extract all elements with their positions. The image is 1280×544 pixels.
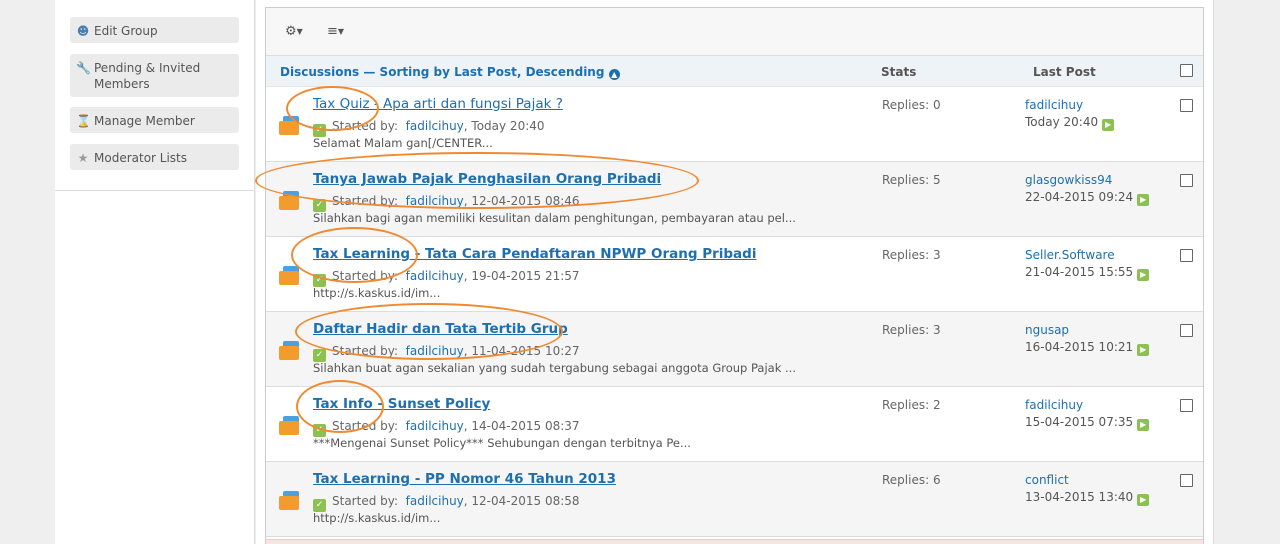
reply-count: Replies: 5 xyxy=(882,173,941,187)
sidebar-item-pending-invited[interactable]: 🔧 Pending & Invited Members xyxy=(70,54,239,97)
last-post-user-link[interactable]: conflict xyxy=(1025,473,1069,487)
last-post-date: 13-04-2015 13:40 ▶ xyxy=(1025,490,1150,506)
last-post-user-link[interactable]: glasgowkiss94 xyxy=(1025,173,1112,187)
thread-select-checkbox[interactable] xyxy=(1180,249,1193,262)
annotation-ellipse xyxy=(286,86,379,131)
sort-discussions-header[interactable]: Discussions — Sorting by Last Post, Desc… xyxy=(280,65,620,80)
sidebar-item-label: Manage Member xyxy=(94,114,195,128)
author-link[interactable]: fadilcihuy xyxy=(406,494,464,508)
thread-date: , Today 20:40 xyxy=(463,119,545,133)
go-to-last-post-icon[interactable]: ▶ xyxy=(1137,344,1150,356)
gear-icon: ⚙ xyxy=(285,24,297,39)
go-to-last-post-icon[interactable]: ▶ xyxy=(1137,194,1150,206)
last-post-date: 22-04-2015 09:24 ▶ xyxy=(1025,190,1150,206)
thread-snippet: Silahkan buat agan sekalian yang sudah t… xyxy=(313,361,796,375)
thread-select-checkbox[interactable] xyxy=(1180,174,1193,187)
thread-folder-icon xyxy=(279,341,301,360)
go-to-last-post-icon[interactable]: ▶ xyxy=(1137,494,1150,506)
annotation-ellipse xyxy=(296,380,384,433)
sidebar-item-label: Edit Group xyxy=(94,24,158,38)
thread-folder-icon xyxy=(279,416,301,435)
sidebar-item-manage-member[interactable]: ⌛ Manage Member xyxy=(70,107,239,133)
author-link[interactable]: fadilcihuy xyxy=(406,269,464,283)
last-post-date: 16-04-2015 10:21 ▶ xyxy=(1025,340,1150,356)
thread-snippet: Selamat Malam gan[/CENTER... xyxy=(313,136,493,150)
sidebar-item-label: Pending & Invited Members xyxy=(94,61,201,91)
last-post-header: Last Post xyxy=(1033,65,1096,79)
annotation-ellipse xyxy=(255,152,699,209)
select-all-checkbox[interactable] xyxy=(1180,64,1193,77)
reply-count: Replies: 3 xyxy=(882,248,941,262)
annotation-ellipse xyxy=(295,303,563,360)
group-edit-icon: ☻ xyxy=(76,24,90,38)
thread-started-by: ✓ Started by: fadilcihuy, 12-04-2015 08:5… xyxy=(313,494,580,512)
thread-snippet: Silahkan bagi agan memiliki kesulitan da… xyxy=(313,211,796,225)
thread-date: , 14-04-2015 08:37 xyxy=(463,419,580,433)
settings-dropdown-button[interactable]: ⚙▼ xyxy=(285,24,303,39)
thread-select-checkbox[interactable] xyxy=(1180,324,1193,337)
discussion-table-header: Discussions — Sorting by Last Post, Desc… xyxy=(266,56,1203,87)
thread-date: , 19-04-2015 21:57 xyxy=(463,269,580,283)
wrench-icon: 🔧 xyxy=(76,61,91,75)
thread-row: Tax Info - Sunset Policy ✓ Started by: fad… xyxy=(266,387,1203,462)
reply-count: Replies: 2 xyxy=(882,398,941,412)
sort-ascending-icon: ▲ xyxy=(608,69,620,80)
discussion-panel: ⚙▼ ≡▼ Discussions — Sorting by Last Post… xyxy=(265,7,1204,544)
author-link[interactable]: fadilcihuy xyxy=(406,419,464,433)
reply-count: Replies: 0 xyxy=(882,98,941,112)
sidebar-item-moderator-lists[interactable]: ★ Moderator Lists xyxy=(70,144,239,170)
author-link[interactable]: fadilcihuy xyxy=(406,119,464,133)
thread-snippet: ***Mengenai Sunset Policy*** Sehubungan … xyxy=(313,436,691,450)
sidebar-item-label: Moderator Lists xyxy=(94,151,188,165)
thread-select-checkbox[interactable] xyxy=(1180,99,1193,112)
filter-dropdown-button[interactable]: ≡▼ xyxy=(327,24,344,39)
last-post-user-link[interactable]: Seller.Software xyxy=(1025,248,1115,262)
go-to-last-post-icon[interactable]: ▶ xyxy=(1137,419,1150,431)
hourglass-icon: ⌛ xyxy=(76,114,91,128)
stats-header: Stats xyxy=(881,65,917,79)
thread-row: Tax Learning - PP Nomor 46 Tahun 2013 ✓ St… xyxy=(266,462,1203,537)
thread-select-checkbox[interactable] xyxy=(1180,474,1193,487)
star-icon: ★ xyxy=(77,151,89,165)
last-post-user-link[interactable]: fadilcihuy xyxy=(1025,98,1083,112)
thread-snippet: http://s.kaskus.id/im... xyxy=(313,286,441,300)
reply-count: Replies: 6 xyxy=(882,473,941,487)
last-post-user-link[interactable]: fadilcihuy xyxy=(1025,398,1083,412)
thread-select-checkbox[interactable] xyxy=(1180,399,1193,412)
go-to-last-post-icon[interactable]: ▶ xyxy=(1137,269,1150,281)
group-sidebar: ☻ Edit Group 🔧 Pending & Invited Members… xyxy=(55,0,255,544)
thread-row: Tax Quiz - Apa arti dan fungsi Pajak ? ✓ S… xyxy=(266,87,1203,162)
thread-folder-icon xyxy=(279,266,301,285)
moderated-row-strip xyxy=(266,539,1203,544)
last-post-date: 21-04-2015 15:55 ▶ xyxy=(1025,265,1150,281)
sliders-icon: ≡ xyxy=(327,24,338,39)
sidebar-divider xyxy=(55,190,254,191)
last-post-date: Today 20:40 ▶ xyxy=(1025,115,1115,131)
thread-title-link[interactable]: Tax Learning - PP Nomor 46 Tahun 2013 xyxy=(313,471,616,487)
thread-date: , 12-04-2015 08:58 xyxy=(463,494,580,508)
toolbar: ⚙▼ ≡▼ xyxy=(266,8,1203,56)
last-post-date: 15-04-2015 07:35 ▶ xyxy=(1025,415,1150,431)
annotation-ellipse xyxy=(291,227,418,283)
reply-count: Replies: 3 xyxy=(882,323,941,337)
thread-snippet: http://s.kaskus.id/im... xyxy=(313,511,441,525)
thread-folder-icon xyxy=(279,491,301,510)
sidebar-item-edit-group[interactable]: ☻ Edit Group xyxy=(70,17,239,43)
go-to-last-post-icon[interactable]: ▶ xyxy=(1102,119,1115,131)
last-post-user-link[interactable]: ngusap xyxy=(1025,323,1069,337)
page: ☻ Edit Group 🔧 Pending & Invited Members… xyxy=(0,0,1280,544)
